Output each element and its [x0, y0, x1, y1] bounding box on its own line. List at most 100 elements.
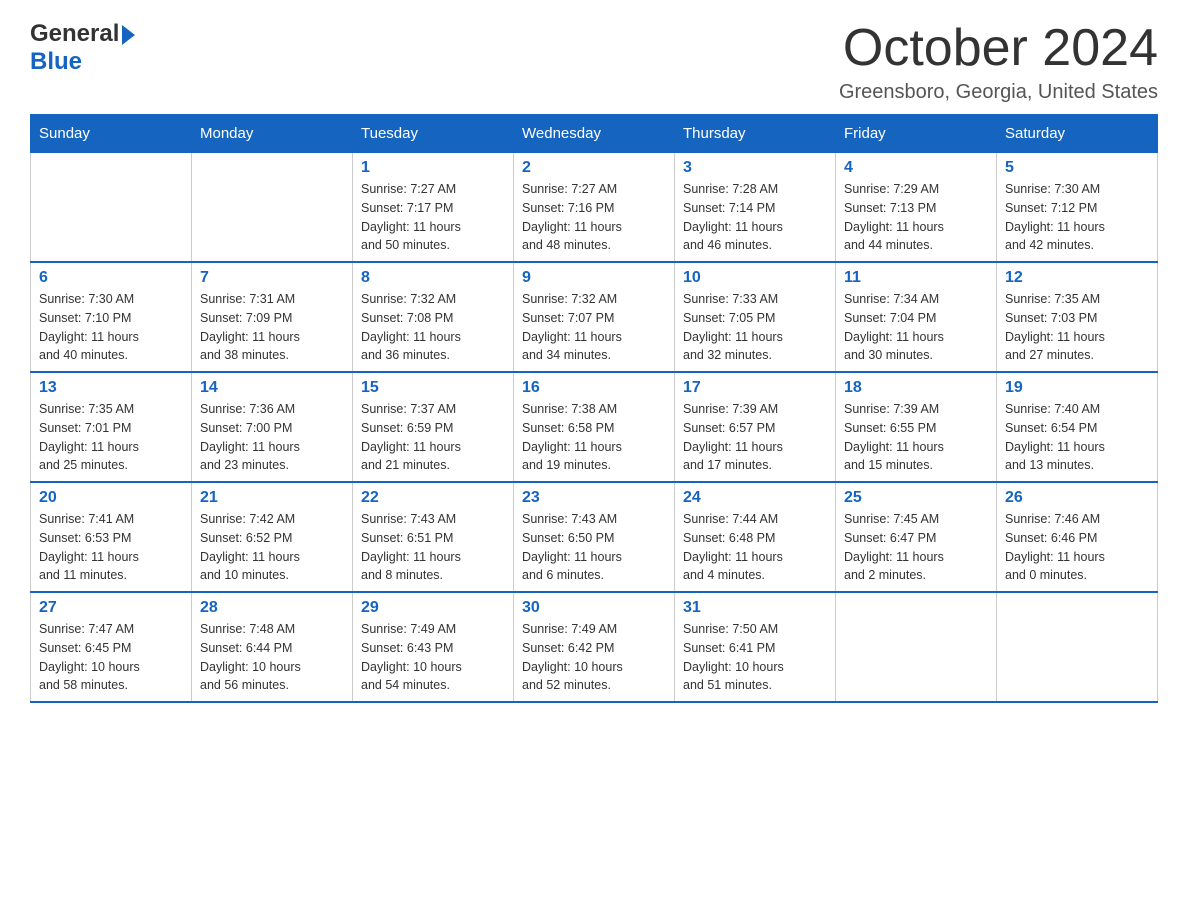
day-info: Sunrise: 7:33 AM Sunset: 7:05 PM Dayligh…	[683, 290, 827, 365]
day-number: 19	[1005, 379, 1149, 397]
day-info: Sunrise: 7:50 AM Sunset: 6:41 PM Dayligh…	[683, 620, 827, 695]
day-number: 16	[522, 379, 666, 397]
calendar-week-row: 1 Sunrise: 7:27 AM Sunset: 7:17 PM Daylig…	[31, 153, 1158, 263]
day-info: Sunrise: 7:45 AM Sunset: 6:47 PM Dayligh…	[844, 510, 988, 585]
day-number: 5	[1005, 159, 1149, 177]
calendar-table: SundayMondayTuesdayWednesdayThursdayFrid…	[30, 114, 1158, 703]
calendar-cell: 26Sunrise: 7:46 AM Sunset: 6:46 PM Dayli…	[997, 482, 1158, 592]
calendar-cell: 22 Sunrise: 7:43 AM Sunset: 6:51 PM Dayli…	[353, 482, 514, 592]
calendar-cell: 1 Sunrise: 7:27 AM Sunset: 7:17 PM Daylig…	[353, 153, 514, 263]
day-number: 11	[844, 269, 988, 287]
calendar-cell: 5 Sunrise: 7:30 AM Sunset: 7:12 PM Daylig…	[997, 153, 1158, 263]
day-number: 15	[361, 379, 505, 397]
calendar-cell: 2 Sunrise: 7:27 AM Sunset: 7:16 PM Daylig…	[514, 153, 675, 263]
day-info: Sunrise: 7:44 AM Sunset: 6:48 PM Dayligh…	[683, 510, 827, 585]
day-info: Sunrise: 7:40 AM Sunset: 6:54 PM Dayligh…	[1005, 400, 1149, 475]
weekday-header-thursday: Thursday	[675, 115, 836, 153]
day-number: 27	[39, 599, 183, 617]
day-number: 12	[1005, 269, 1149, 287]
calendar-cell: 9Sunrise: 7:32 AM Sunset: 7:07 PM Daylig…	[514, 262, 675, 372]
day-number: 6	[39, 269, 183, 287]
logo-blue-text: Blue	[30, 48, 82, 75]
day-number: 13	[39, 379, 183, 397]
calendar-cell: 25 Sunrise: 7:45 AM Sunset: 6:47 PM Dayli…	[836, 482, 997, 592]
day-info: Sunrise: 7:27 AM Sunset: 7:16 PM Dayligh…	[522, 180, 666, 255]
day-info: Sunrise: 7:39 AM Sunset: 6:57 PM Dayligh…	[683, 400, 827, 475]
day-info: Sunrise: 7:32 AM Sunset: 7:07 PM Dayligh…	[522, 290, 666, 365]
day-number: 14	[200, 379, 344, 397]
logo: General Blue	[30, 20, 135, 76]
day-info: Sunrise: 7:30 AM Sunset: 7:12 PM Dayligh…	[1005, 180, 1149, 255]
day-number: 22	[361, 489, 505, 507]
day-number: 20	[39, 489, 183, 507]
weekday-header-sunday: Sunday	[31, 115, 192, 153]
day-info: Sunrise: 7:48 AM Sunset: 6:44 PM Dayligh…	[200, 620, 344, 695]
calendar-week-row: 6 Sunrise: 7:30 AM Sunset: 7:10 PM Daylig…	[31, 262, 1158, 372]
calendar-cell: 28 Sunrise: 7:48 AM Sunset: 6:44 PM Dayli…	[192, 592, 353, 702]
day-number: 28	[200, 599, 344, 617]
day-number: 17	[683, 379, 827, 397]
calendar-cell: 29 Sunrise: 7:49 AM Sunset: 6:43 PM Dayli…	[353, 592, 514, 702]
calendar-cell: 18 Sunrise: 7:39 AM Sunset: 6:55 PM Dayli…	[836, 372, 997, 482]
day-info: Sunrise: 7:49 AM Sunset: 6:43 PM Dayligh…	[361, 620, 505, 695]
day-info: Sunrise: 7:39 AM Sunset: 6:55 PM Dayligh…	[844, 400, 988, 475]
day-number: 21	[200, 489, 344, 507]
day-number: 1	[361, 159, 505, 177]
day-number: 24	[683, 489, 827, 507]
day-info: Sunrise: 7:35 AM Sunset: 7:01 PM Dayligh…	[39, 400, 183, 475]
weekday-header-tuesday: Tuesday	[353, 115, 514, 153]
day-info: Sunrise: 7:32 AM Sunset: 7:08 PM Dayligh…	[361, 290, 505, 365]
logo-general-text: General	[30, 20, 119, 48]
calendar-cell	[836, 592, 997, 702]
title-section: October 2024 Greensboro, Georgia, United…	[839, 20, 1158, 104]
day-info: Sunrise: 7:47 AM Sunset: 6:45 PM Dayligh…	[39, 620, 183, 695]
day-number: 29	[361, 599, 505, 617]
calendar-cell: 31Sunrise: 7:50 AM Sunset: 6:41 PM Dayli…	[675, 592, 836, 702]
day-info: Sunrise: 7:43 AM Sunset: 6:50 PM Dayligh…	[522, 510, 666, 585]
calendar-cell: 19 Sunrise: 7:40 AM Sunset: 6:54 PM Dayli…	[997, 372, 1158, 482]
calendar-cell: 7 Sunrise: 7:31 AM Sunset: 7:09 PM Daylig…	[192, 262, 353, 372]
calendar-cell: 4Sunrise: 7:29 AM Sunset: 7:13 PM Daylig…	[836, 153, 997, 263]
day-number: 26	[1005, 489, 1149, 507]
day-number: 23	[522, 489, 666, 507]
calendar-week-row: 20Sunrise: 7:41 AM Sunset: 6:53 PM Dayli…	[31, 482, 1158, 592]
calendar-body: 1 Sunrise: 7:27 AM Sunset: 7:17 PM Daylig…	[31, 153, 1158, 703]
day-number: 30	[522, 599, 666, 617]
calendar-cell: 21 Sunrise: 7:42 AM Sunset: 6:52 PM Dayli…	[192, 482, 353, 592]
location-title: Greensboro, Georgia, United States	[839, 81, 1158, 104]
calendar-cell: 27 Sunrise: 7:47 AM Sunset: 6:45 PM Dayli…	[31, 592, 192, 702]
day-info: Sunrise: 7:36 AM Sunset: 7:00 PM Dayligh…	[200, 400, 344, 475]
calendar-cell	[997, 592, 1158, 702]
month-title: October 2024	[839, 20, 1158, 77]
calendar-cell: 15 Sunrise: 7:37 AM Sunset: 6:59 PM Dayli…	[353, 372, 514, 482]
calendar-cell: 3 Sunrise: 7:28 AM Sunset: 7:14 PM Daylig…	[675, 153, 836, 263]
day-info: Sunrise: 7:49 AM Sunset: 6:42 PM Dayligh…	[522, 620, 666, 695]
weekday-header-wednesday: Wednesday	[514, 115, 675, 153]
day-info: Sunrise: 7:30 AM Sunset: 7:10 PM Dayligh…	[39, 290, 183, 365]
calendar-cell: 30 Sunrise: 7:49 AM Sunset: 6:42 PM Dayli…	[514, 592, 675, 702]
day-info: Sunrise: 7:28 AM Sunset: 7:14 PM Dayligh…	[683, 180, 827, 255]
calendar-cell: 10Sunrise: 7:33 AM Sunset: 7:05 PM Dayli…	[675, 262, 836, 372]
day-info: Sunrise: 7:31 AM Sunset: 7:09 PM Dayligh…	[200, 290, 344, 365]
calendar-cell: 23 Sunrise: 7:43 AM Sunset: 6:50 PM Dayli…	[514, 482, 675, 592]
weekday-header-saturday: Saturday	[997, 115, 1158, 153]
day-info: Sunrise: 7:42 AM Sunset: 6:52 PM Dayligh…	[200, 510, 344, 585]
day-number: 7	[200, 269, 344, 287]
weekday-header-row: SundayMondayTuesdayWednesdayThursdayFrid…	[31, 115, 1158, 153]
day-info: Sunrise: 7:27 AM Sunset: 7:17 PM Dayligh…	[361, 180, 505, 255]
day-info: Sunrise: 7:37 AM Sunset: 6:59 PM Dayligh…	[361, 400, 505, 475]
day-number: 18	[844, 379, 988, 397]
calendar-cell: 6 Sunrise: 7:30 AM Sunset: 7:10 PM Daylig…	[31, 262, 192, 372]
calendar-week-row: 27 Sunrise: 7:47 AM Sunset: 6:45 PM Dayli…	[31, 592, 1158, 702]
calendar-cell: 17 Sunrise: 7:39 AM Sunset: 6:57 PM Dayli…	[675, 372, 836, 482]
day-info: Sunrise: 7:43 AM Sunset: 6:51 PM Dayligh…	[361, 510, 505, 585]
calendar-cell: 13 Sunrise: 7:35 AM Sunset: 7:01 PM Dayli…	[31, 372, 192, 482]
day-number: 8	[361, 269, 505, 287]
day-number: 3	[683, 159, 827, 177]
day-number: 25	[844, 489, 988, 507]
day-info: Sunrise: 7:29 AM Sunset: 7:13 PM Dayligh…	[844, 180, 988, 255]
day-info: Sunrise: 7:34 AM Sunset: 7:04 PM Dayligh…	[844, 290, 988, 365]
day-number: 2	[522, 159, 666, 177]
calendar-cell	[31, 153, 192, 263]
weekday-header-monday: Monday	[192, 115, 353, 153]
